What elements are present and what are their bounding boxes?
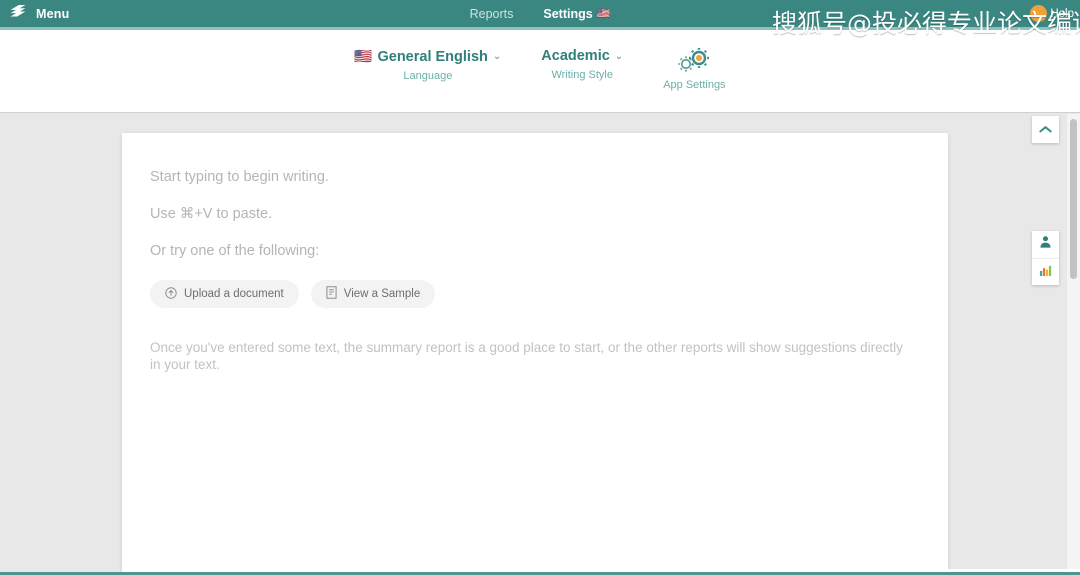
view-sample-label: View a Sample <box>343 288 421 300</box>
nav-item-reports-label: Reports <box>469 6 514 21</box>
vertical-scrollbar-thumb[interactable] <box>1070 119 1077 279</box>
chevron-up-icon <box>1039 121 1052 139</box>
language-label: Language <box>403 70 453 82</box>
app-root: Menu Reports Settings 🇺🇸 Help 🇺🇸 General… <box>0 0 1080 575</box>
document-editor-card[interactable]: Start typing to begin writing. Use ⌘+V t… <box>122 133 948 575</box>
nav-item-reports[interactable]: Reports <box>470 0 514 27</box>
setting-group-writing-style[interactable]: Academic ⌄ Writing Style <box>541 48 623 81</box>
editor-placeholder-content: Start typing to begin writing. Use ⌘+V t… <box>122 133 948 374</box>
help-label: Help <box>1050 7 1074 20</box>
editor-action-buttons: Upload a document View a Sample <box>150 280 920 308</box>
help-button[interactable]: Help <box>1030 0 1074 27</box>
editor-hint-line-2: Use ⌘+V to paste. <box>150 206 273 222</box>
writing-style-value: Academic <box>541 48 610 64</box>
setting-group-language[interactable]: 🇺🇸 General English ⌄ Language <box>354 48 502 83</box>
person-icon <box>1039 235 1052 254</box>
language-selector[interactable]: 🇺🇸 General English ⌄ <box>354 48 502 66</box>
chevron-down-icon: ⌄ <box>614 50 624 62</box>
editor-hint-line-3: Or try one of the following: <box>150 243 320 259</box>
upload-document-button[interactable]: Upload a document <box>150 280 299 308</box>
view-sample-button[interactable]: View a Sample <box>310 280 436 308</box>
chevron-down-icon: ⌄ <box>492 51 502 62</box>
gears-icon[interactable] <box>677 48 711 74</box>
right-rail-panel <box>1032 231 1059 285</box>
setting-group-app-settings[interactable]: App Settings <box>663 48 726 91</box>
nav-item-settings[interactable]: Settings 🇺🇸 <box>537 0 617 30</box>
collapse-panel-button[interactable] <box>1032 116 1059 143</box>
rail-button-reports[interactable] <box>1032 258 1059 285</box>
vertical-scrollbar-track[interactable] <box>1067 114 1080 572</box>
settings-subnav: 🇺🇸 General English ⌄ Language Academic ⌄… <box>0 30 1080 112</box>
writing-style-label: Writing Style <box>551 69 613 81</box>
rail-button-profile[interactable] <box>1032 231 1059 258</box>
help-circle-icon <box>1030 5 1048 22</box>
app-settings-label: App Settings <box>663 79 726 91</box>
top-navigation-bar: Menu Reports Settings 🇺🇸 Help <box>0 0 1080 30</box>
editor-summary-note: Once you've entered some text, the summa… <box>150 340 903 372</box>
editor-hint-line-1: Start typing to begin writing. <box>150 169 329 185</box>
upload-document-label: Upload a document <box>184 288 284 300</box>
writing-style-selector[interactable]: Academic ⌄ <box>541 48 623 64</box>
nav-item-settings-label: Settings <box>543 6 593 21</box>
us-flag-icon: 🇺🇸 <box>596 8 611 20</box>
document-icon <box>326 286 337 302</box>
language-value: General English <box>377 48 488 65</box>
workspace-area: Start typing to begin writing. Use ⌘+V t… <box>0 112 1080 575</box>
upload-circle-icon <box>165 286 177 302</box>
primary-nav: Reports Settings 🇺🇸 <box>0 0 1080 30</box>
bar-chart-icon <box>1039 263 1053 282</box>
us-flag-icon: 🇺🇸 <box>354 49 373 65</box>
